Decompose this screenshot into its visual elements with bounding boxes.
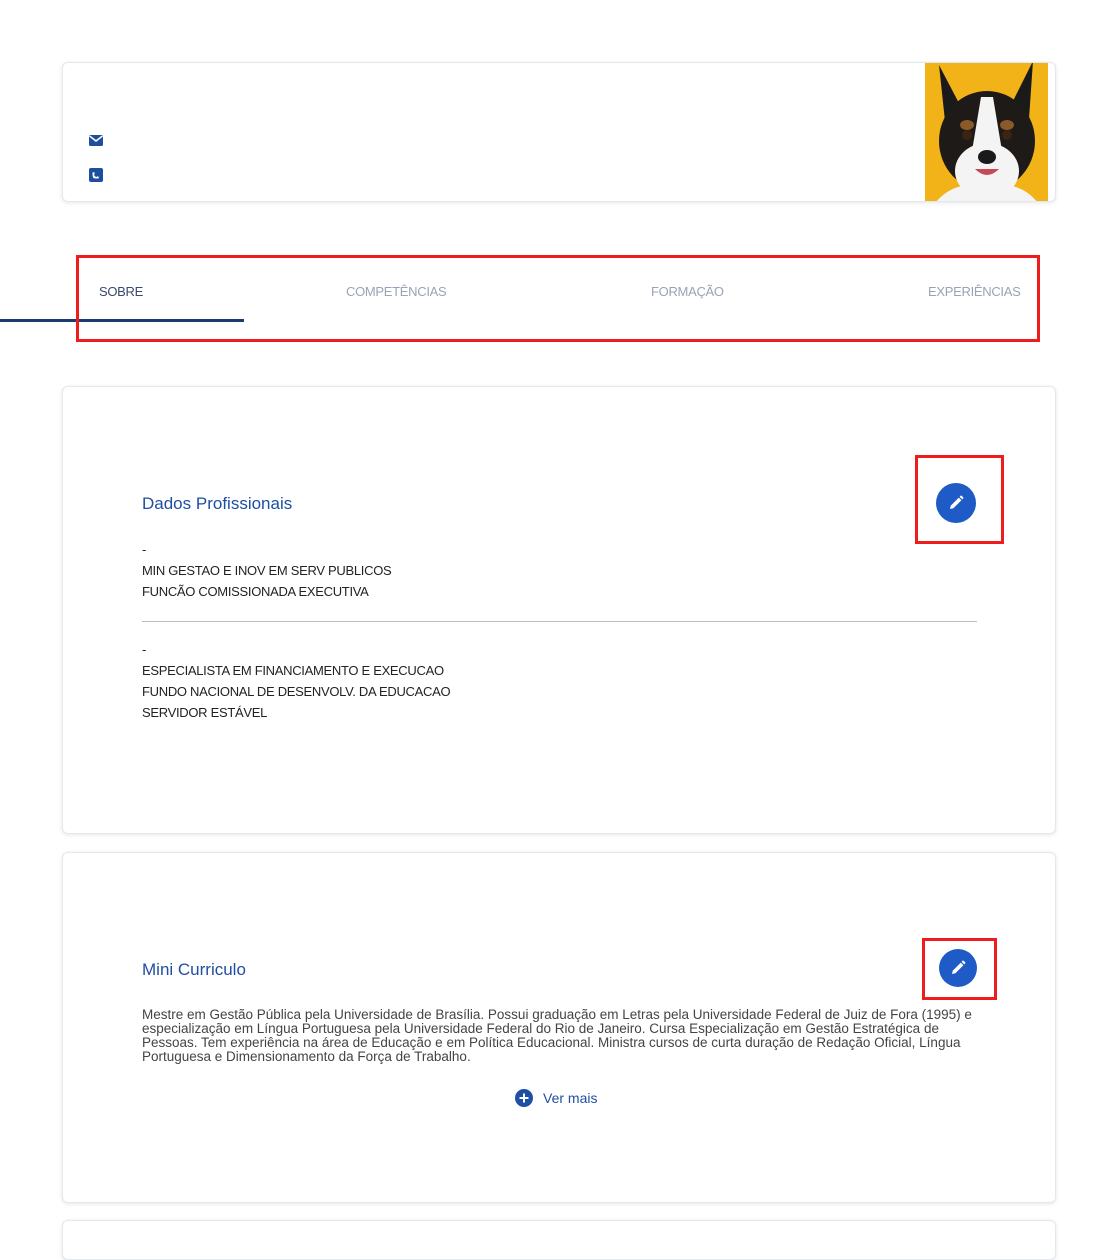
phone-icon (89, 168, 103, 182)
info-line: FUNDO NACIONAL DE DESENVOLV. DA EDUCACAO (142, 684, 451, 699)
tab-experiencias[interactable]: EXPERIÊNCIAS (928, 284, 1021, 299)
ver-mais-label: Ver mais (543, 1090, 598, 1106)
info-line: - (142, 642, 147, 657)
dados-profissionais-card: Dados Profissionais - MIN GESTAO E INOV … (62, 386, 1056, 834)
tab-competencias[interactable]: COMPETÊNCIAS (346, 284, 447, 299)
section-title: Mini Curriculo (142, 960, 246, 979)
pencil-icon (952, 960, 966, 974)
info-block-lotacao: - ESPECIALISTA EM FINANCIAMENTO E EXECUC… (142, 639, 451, 723)
tabs-highlight-box (76, 255, 1040, 342)
tab-formacao[interactable]: FORMAÇÃO (651, 284, 724, 299)
mini-curriculo-card: Mini Curriculo Mestre em Gestão Pública … (62, 852, 1056, 1203)
info-line: ESPECIALISTA EM FINANCIAMENTO E EXECUCAO (142, 663, 444, 678)
envelope-icon (89, 135, 103, 149)
pencil-icon (950, 495, 964, 509)
tab-sobre[interactable]: SOBRE (99, 284, 143, 299)
info-line: SERVIDOR ESTÁVEL (142, 705, 268, 720)
profile-photo (925, 63, 1048, 201)
info-block-cargo: - MIN GESTAO E INOV EM SERV PUBLICOS FUN… (142, 539, 392, 602)
section-title: Dados Profissionais (142, 494, 293, 513)
edit-button[interactable] (936, 483, 976, 523)
profile-card (62, 62, 1056, 202)
info-line: - (142, 542, 147, 557)
ver-mais-link[interactable]: Ver mais (515, 1089, 597, 1107)
divider (142, 621, 977, 622)
next-section-card (62, 1220, 1056, 1260)
plus-circle-icon (515, 1089, 533, 1107)
edit-button[interactable] (939, 949, 977, 987)
mini-curriculo-text: Mestre em Gestão Pública pela Universida… (142, 1007, 972, 1064)
info-line: MIN GESTAO E INOV EM SERV PUBLICOS (142, 563, 392, 578)
info-line: FUNCÃO COMISSIONADA EXECUTIVA (142, 584, 369, 599)
